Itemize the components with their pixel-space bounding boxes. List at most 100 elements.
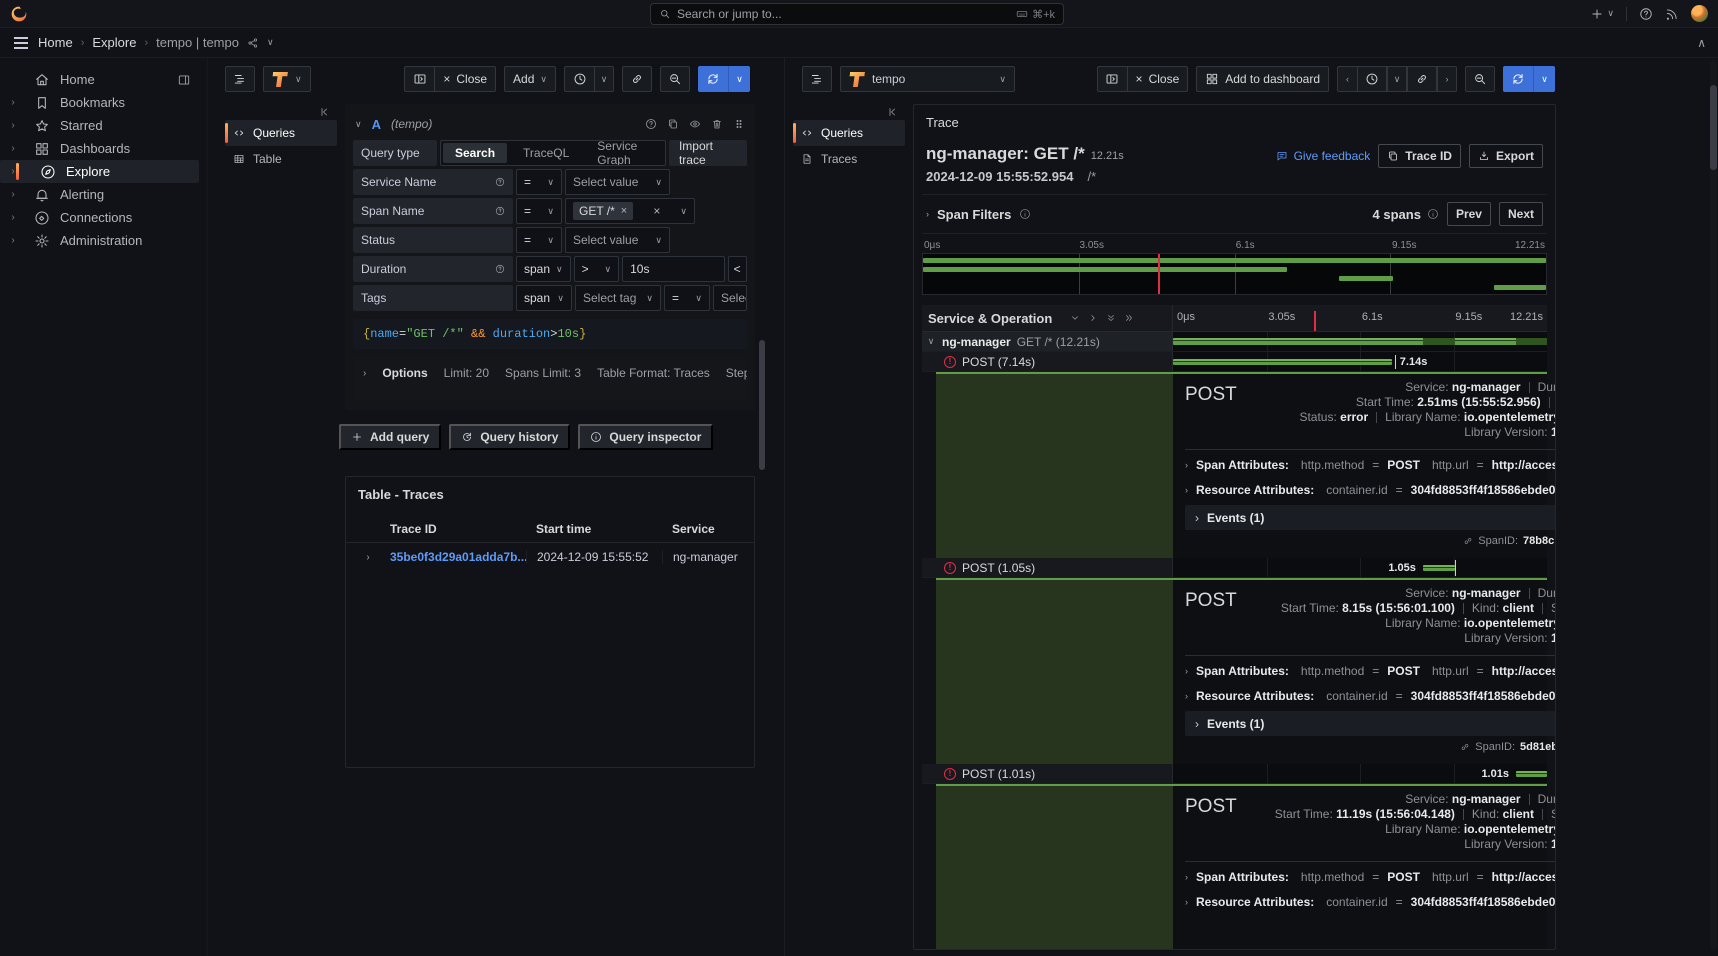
rail-item-queries[interactable]: Queries: [793, 120, 905, 146]
split-pane-button[interactable]: [1097, 66, 1127, 92]
breadcrumb-caret-icon[interactable]: ∨: [267, 37, 274, 48]
span-row-post-3[interactable]: ! POST (1.01s) 1.01s: [922, 764, 1547, 784]
remove-query-button[interactable]: [711, 118, 723, 130]
drag-query-handle[interactable]: [733, 118, 745, 130]
tab-traceql[interactable]: TraceQL: [509, 141, 583, 165]
info-icon[interactable]: [495, 264, 505, 274]
span-bar[interactable]: [1173, 359, 1392, 365]
span-bar[interactable]: [1173, 338, 1547, 345]
span-attributes-row[interactable]: ›Span Attributes: http.method=POST http.…: [1185, 864, 1556, 889]
tags-value-select[interactable]: Select va: [713, 285, 747, 311]
breadcrumb-home[interactable]: Home: [38, 35, 73, 50]
service-name-value-select[interactable]: Select value∨: [565, 169, 670, 195]
expand-all-icon[interactable]: [1124, 313, 1134, 323]
resource-attributes-row[interactable]: ›Resource Attributes: container.id=304fd…: [1185, 889, 1556, 914]
tab-service-graph[interactable]: Service Graph: [583, 141, 665, 165]
status-value-select[interactable]: Select value∨: [565, 227, 670, 253]
expand-one-icon[interactable]: [1088, 313, 1098, 323]
export-button[interactable]: Export: [1469, 144, 1543, 168]
trace-minimap[interactable]: 0μs 3.05s 6.1s 9.15s 12.21s: [922, 240, 1547, 295]
tags-operator-select[interactable]: =∨: [664, 285, 710, 311]
expand-chevron-icon[interactable]: ›: [6, 143, 20, 154]
info-icon[interactable]: [1427, 208, 1439, 220]
remove-chip-icon[interactable]: ×: [621, 205, 627, 217]
rail-item-queries[interactable]: Queries: [225, 120, 337, 146]
collapse-all-icon[interactable]: [1106, 313, 1116, 323]
outline-button[interactable]: [225, 66, 255, 92]
search-input[interactable]: Search or jump to... ⌘+k: [650, 3, 1064, 25]
time-picker-caret[interactable]: ∨: [1387, 66, 1407, 92]
span-id-row[interactable]: SpanID: 5d81ebc850b09985: [1185, 738, 1556, 756]
news-button[interactable]: [1665, 7, 1679, 21]
zoom-out-button[interactable]: [1465, 66, 1495, 92]
span-row-root[interactable]: ∨ ng-manager GET /* (12.21s): [922, 332, 1547, 352]
time-picker-button[interactable]: [1357, 66, 1387, 92]
query-ref[interactable]: A: [372, 117, 381, 132]
close-pane-button[interactable]: ×Close: [1127, 66, 1189, 92]
span-name-chip[interactable]: GET /*×: [573, 202, 633, 220]
run-query-button[interactable]: [1503, 66, 1533, 92]
datasource-picker[interactable]: tempo ∨: [840, 66, 1015, 92]
query-help-button[interactable]: [645, 118, 657, 130]
time-shift-back-button[interactable]: ‹: [1337, 66, 1357, 92]
give-feedback-link[interactable]: Give feedback: [1276, 149, 1371, 163]
query-inspector-button[interactable]: Query inspector: [578, 424, 713, 450]
col-service[interactable]: Service: [662, 522, 754, 536]
zoom-out-button[interactable]: [660, 66, 690, 92]
rail-item-traces[interactable]: Traces: [793, 146, 905, 172]
span-bar[interactable]: [1516, 771, 1547, 777]
sidebar-item-home[interactable]: Home: [0, 68, 199, 91]
time-picker-button[interactable]: [564, 66, 594, 92]
copy-link-button[interactable]: [622, 66, 652, 92]
span-name-value-select[interactable]: GET /*× ×∨: [565, 198, 695, 224]
span-row-post-1[interactable]: ! POST (7.14s) 7.14s: [922, 352, 1547, 372]
expand-chevron-icon[interactable]: ›: [6, 189, 20, 200]
expand-chevron-icon[interactable]: ›: [6, 97, 20, 108]
menu-toggle-icon[interactable]: [12, 35, 30, 51]
sidebar-item-connections[interactable]: › Connections: [0, 206, 199, 229]
breadcrumb-explore[interactable]: Explore: [92, 35, 136, 50]
span-row-post-2[interactable]: ! POST (1.05s) 1.05s: [922, 558, 1547, 578]
events-row[interactable]: ›Events (1): [1185, 711, 1556, 736]
info-icon[interactable]: [495, 206, 505, 216]
query-history-button[interactable]: Query history: [449, 424, 570, 450]
help-button[interactable]: [1639, 7, 1653, 21]
share-shortlink-button[interactable]: [247, 37, 259, 49]
prev-span-button[interactable]: Prev: [1447, 202, 1491, 226]
tags-scope-select[interactable]: span∨: [516, 285, 572, 311]
collapse-query-icon[interactable]: ∨: [355, 119, 362, 130]
collapse-span-icon[interactable]: ∨: [926, 336, 936, 347]
sidebar-item-alerting[interactable]: › Alerting: [0, 183, 199, 206]
resource-attributes-row[interactable]: ›Resource Attributes: container.id=304fd…: [1185, 683, 1556, 708]
duplicate-query-button[interactable]: [667, 118, 679, 130]
info-icon[interactable]: [495, 177, 505, 187]
collapse-rail-button[interactable]: [225, 104, 337, 120]
sidebar-item-starred[interactable]: › Starred: [0, 114, 199, 137]
panel-title[interactable]: Table - Traces: [346, 477, 754, 508]
status-operator-select[interactable]: =∨: [516, 227, 562, 253]
datasource-picker[interactable]: ∨: [263, 66, 311, 92]
disable-query-button[interactable]: [689, 118, 701, 130]
import-trace-button[interactable]: Import trace: [669, 140, 747, 166]
rail-item-table[interactable]: Table: [225, 146, 337, 172]
info-icon[interactable]: [1019, 208, 1031, 220]
duration-scope-select[interactable]: span∨: [516, 256, 571, 282]
duration-max-operator-select[interactable]: <: [728, 256, 747, 282]
close-pane-button[interactable]: ×Close: [434, 66, 496, 92]
split-pane-button[interactable]: [404, 66, 434, 92]
new-button[interactable]: ∨: [1590, 7, 1614, 21]
service-name-operator-select[interactable]: =∨: [516, 169, 562, 195]
copy-link-button[interactable]: [1407, 66, 1437, 92]
sidebar-item-administration[interactable]: › Administration: [0, 229, 199, 252]
run-query-interval-caret[interactable]: ∨: [728, 66, 750, 92]
run-query-interval-caret[interactable]: ∨: [1533, 66, 1555, 92]
dock-menu-icon[interactable]: [177, 73, 191, 87]
duration-operator-select[interactable]: >∨: [574, 256, 619, 282]
col-start-time[interactable]: Start time: [526, 522, 672, 536]
duration-min-input[interactable]: 10s: [622, 256, 725, 282]
grafana-logo[interactable]: [10, 5, 28, 23]
collapse-one-icon[interactable]: [1070, 313, 1080, 323]
expand-chevron-icon[interactable]: ›: [6, 120, 20, 131]
col-trace-id[interactable]: Trace ID: [390, 522, 536, 536]
trace-id-link[interactable]: 35be0f3d29a01adda7b...: [390, 550, 536, 564]
